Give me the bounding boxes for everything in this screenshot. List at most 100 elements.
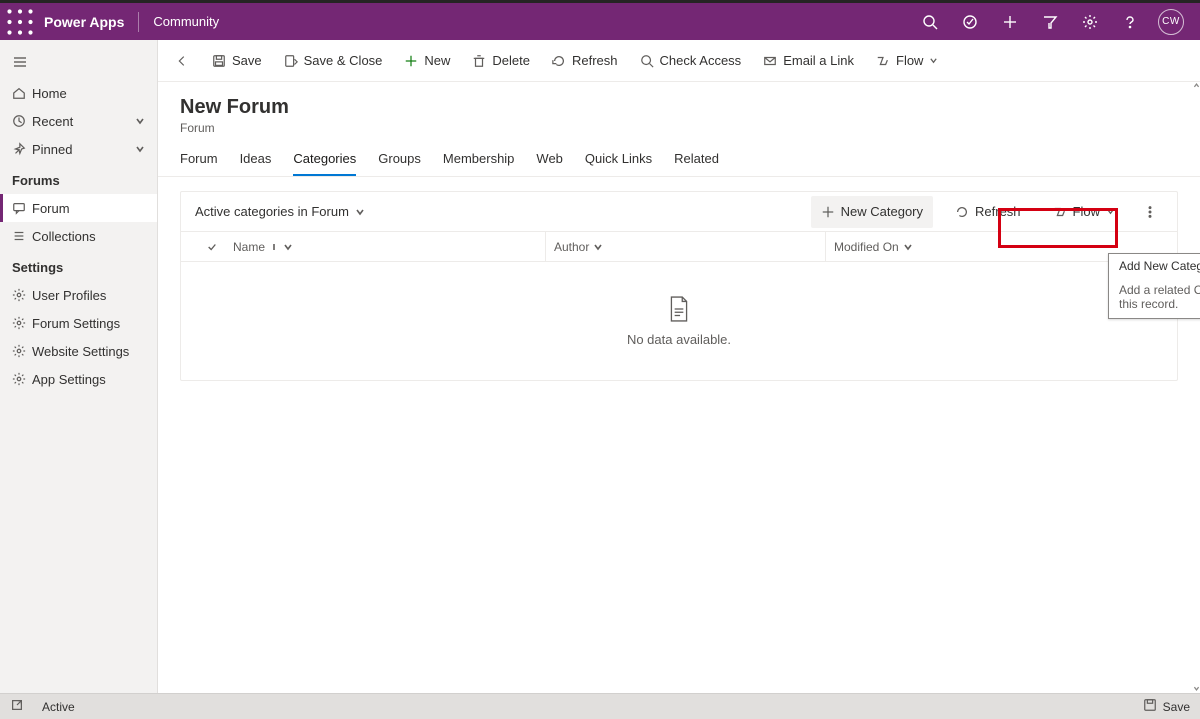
avatar-initials: CW bbox=[1162, 16, 1180, 27]
status-bar: Active Save bbox=[0, 693, 1200, 719]
subgrid-flow-button[interactable]: Flow bbox=[1043, 196, 1125, 228]
tooltip: Add New Category Add a related Category … bbox=[1108, 253, 1200, 319]
cmd-label: Save bbox=[232, 53, 262, 68]
column-author[interactable]: Author bbox=[545, 232, 825, 261]
nav-label: Website Settings bbox=[32, 344, 145, 359]
nav-label: Collections bbox=[32, 229, 145, 244]
cmd-label: Save & Close bbox=[304, 53, 383, 68]
vertical-scrollbar[interactable] bbox=[1192, 80, 1200, 693]
new-category-button[interactable]: New Category bbox=[811, 196, 933, 228]
gear-icon bbox=[12, 316, 32, 330]
button-label: Refresh bbox=[975, 204, 1021, 219]
tab-web[interactable]: Web bbox=[536, 145, 563, 176]
collections-icon bbox=[12, 229, 32, 243]
tab-quick-links[interactable]: Quick Links bbox=[585, 145, 652, 176]
brand-label[interactable]: Power Apps bbox=[44, 14, 124, 30]
tooltip-title: Add New Category bbox=[1109, 254, 1200, 278]
select-all-checkbox[interactable] bbox=[181, 242, 225, 252]
nav-forum[interactable]: Forum bbox=[0, 194, 157, 222]
back-button[interactable] bbox=[166, 45, 198, 77]
waffle-icon[interactable] bbox=[6, 8, 34, 36]
nav-recent[interactable]: Recent bbox=[0, 107, 157, 135]
flow-button[interactable]: Flow bbox=[868, 45, 946, 77]
record-status: Active bbox=[42, 700, 75, 714]
home-icon bbox=[12, 86, 32, 100]
recent-icon bbox=[12, 114, 32, 128]
column-label: Name bbox=[233, 240, 265, 254]
add-icon[interactable] bbox=[998, 10, 1022, 34]
chevron-down-icon bbox=[1106, 207, 1115, 216]
suite-header: Power Apps Community CW bbox=[0, 3, 1200, 40]
new-button[interactable]: New bbox=[396, 45, 458, 77]
scroll-up-icon bbox=[1192, 80, 1200, 90]
settings-icon[interactable] bbox=[1078, 10, 1102, 34]
cmd-label: Delete bbox=[492, 53, 530, 68]
help-icon[interactable] bbox=[1118, 10, 1142, 34]
tab-related[interactable]: Related bbox=[674, 145, 719, 176]
page-title: New Forum bbox=[180, 96, 1178, 119]
task-icon[interactable] bbox=[958, 10, 982, 34]
grid-header: Name Author Modified On bbox=[181, 232, 1177, 262]
nav-user-profiles[interactable]: User Profiles bbox=[0, 281, 157, 309]
chevron-down-icon bbox=[135, 114, 145, 129]
nav-app-settings[interactable]: App Settings bbox=[0, 365, 157, 393]
view-selector[interactable]: Active categories in Forum bbox=[195, 204, 365, 219]
document-icon bbox=[668, 296, 690, 322]
button-label: New Category bbox=[841, 204, 923, 219]
column-name[interactable]: Name bbox=[225, 240, 545, 254]
empty-text: No data available. bbox=[627, 332, 731, 347]
filter-icon[interactable] bbox=[1038, 10, 1062, 34]
pin-icon bbox=[12, 142, 32, 156]
column-label: Author bbox=[554, 240, 589, 254]
forum-icon bbox=[12, 201, 32, 215]
tab-categories[interactable]: Categories bbox=[293, 145, 356, 176]
avatar[interactable]: CW bbox=[1158, 9, 1184, 35]
form-tabs: Forum Ideas Categories Groups Membership… bbox=[158, 143, 1200, 177]
subgrid-refresh-button[interactable]: Refresh bbox=[945, 196, 1031, 228]
cmd-label: Refresh bbox=[572, 53, 618, 68]
cmd-label: Email a Link bbox=[783, 53, 854, 68]
divider bbox=[138, 12, 139, 32]
save-button[interactable]: Save bbox=[204, 45, 270, 77]
nav-label: Home bbox=[32, 86, 145, 101]
environment-label[interactable]: Community bbox=[153, 14, 219, 29]
chevron-down-icon bbox=[903, 242, 913, 252]
nav-pinned[interactable]: Pinned bbox=[0, 135, 157, 163]
save-icon bbox=[1143, 698, 1157, 715]
search-icon[interactable] bbox=[918, 10, 942, 34]
nav-label: User Profiles bbox=[32, 288, 145, 303]
refresh-icon bbox=[955, 205, 969, 219]
command-bar: Save Save & Close New Delete Refresh Che… bbox=[158, 40, 1200, 82]
categories-subgrid: Active categories in Forum New Category … bbox=[180, 191, 1178, 381]
gear-icon bbox=[12, 288, 32, 302]
save-close-button[interactable]: Save & Close bbox=[276, 45, 391, 77]
cmd-label: Flow bbox=[896, 53, 923, 68]
cmd-label: Check Access bbox=[660, 53, 742, 68]
nav-collections[interactable]: Collections bbox=[0, 222, 157, 250]
chevron-down-icon bbox=[593, 242, 603, 252]
delete-button[interactable]: Delete bbox=[464, 45, 538, 77]
plus-icon bbox=[821, 205, 835, 219]
tab-forum[interactable]: Forum bbox=[180, 145, 218, 176]
cmd-label: New bbox=[424, 53, 450, 68]
refresh-button[interactable]: Refresh bbox=[544, 45, 626, 77]
tab-ideas[interactable]: Ideas bbox=[240, 145, 272, 176]
popout-icon[interactable] bbox=[10, 698, 24, 715]
column-label: Modified On bbox=[834, 240, 899, 254]
flow-icon bbox=[1053, 205, 1067, 219]
email-link-button[interactable]: Email a Link bbox=[755, 45, 862, 77]
tab-membership[interactable]: Membership bbox=[443, 145, 515, 176]
nav-website-settings[interactable]: Website Settings bbox=[0, 337, 157, 365]
check-access-button[interactable]: Check Access bbox=[632, 45, 750, 77]
column-modified-on[interactable]: Modified On bbox=[825, 232, 1025, 261]
nav-forum-settings[interactable]: Forum Settings bbox=[0, 309, 157, 337]
nav-home[interactable]: Home bbox=[0, 79, 157, 107]
entity-label: Forum bbox=[180, 121, 1178, 135]
hamburger-button[interactable] bbox=[0, 48, 157, 79]
nav-label: App Settings bbox=[32, 372, 145, 387]
status-save-button[interactable]: Save bbox=[1163, 700, 1190, 714]
tab-groups[interactable]: Groups bbox=[378, 145, 421, 176]
subgrid-more-button[interactable] bbox=[1137, 196, 1163, 228]
site-map: Home Recent Pinned Forums Forum Collecti… bbox=[0, 40, 158, 693]
chevron-down-icon bbox=[283, 242, 293, 252]
